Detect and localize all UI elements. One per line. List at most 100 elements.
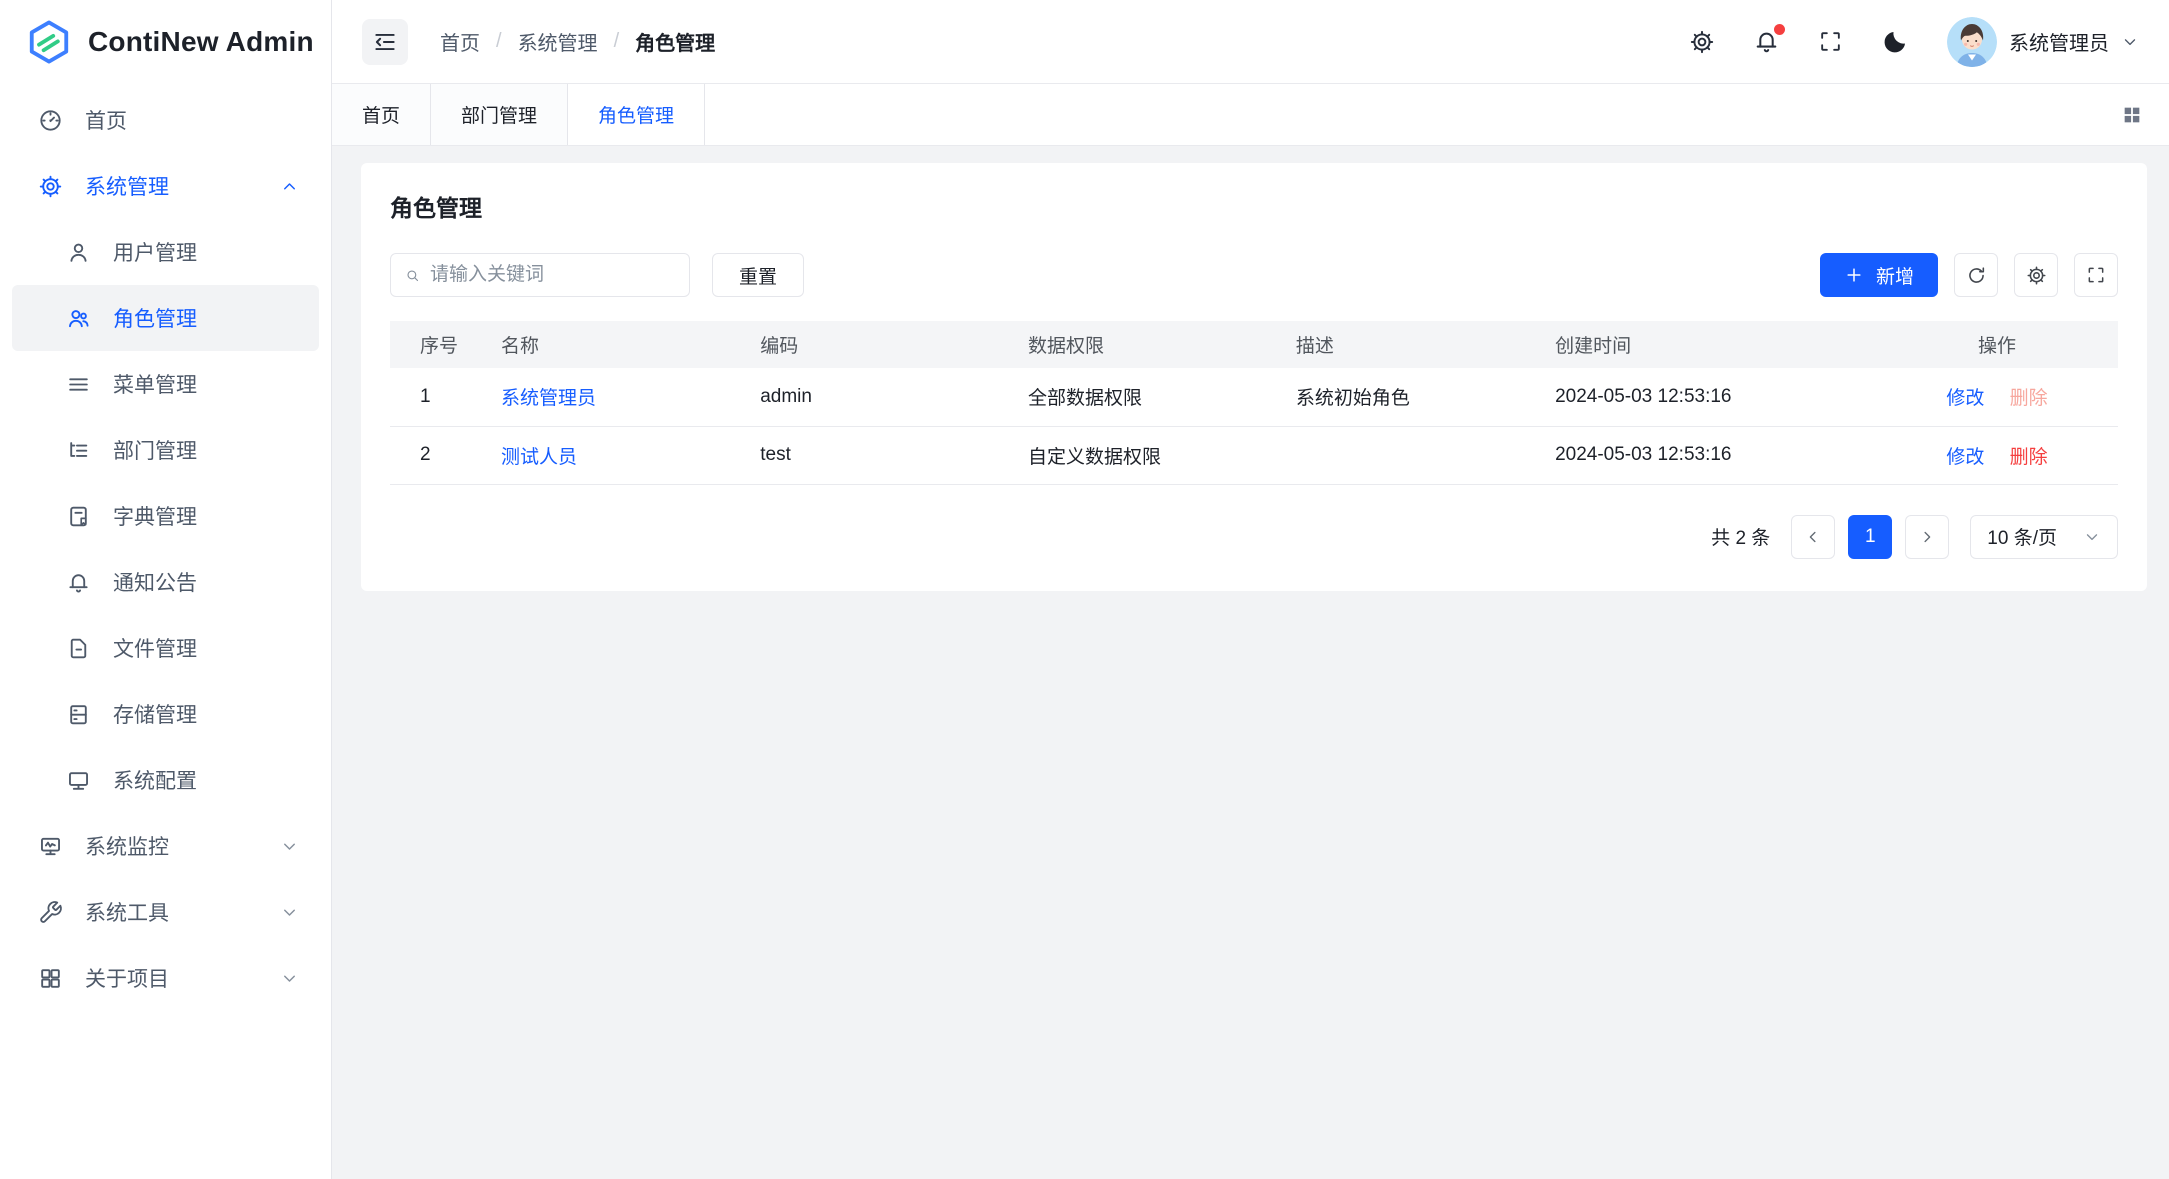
sidebar-item-notice[interactable]: 通知公告 — [12, 549, 319, 615]
fullscreen-button[interactable] — [1818, 29, 1843, 54]
reset-button[interactable]: 重置 — [712, 253, 804, 297]
sidebar-item-label: 系统监控 — [85, 831, 169, 861]
app-logo: ContiNew Admin — [0, 0, 331, 84]
col-actions: 操作 — [1876, 321, 2118, 368]
col-description: 描述 — [1280, 321, 1539, 368]
tab-home[interactable]: 首页 — [332, 84, 431, 145]
fullscreen-icon — [2086, 265, 2106, 285]
page-size-value: 10 条/页 — [1987, 523, 2057, 550]
sidebar-item-label: 字典管理 — [113, 501, 197, 531]
menu-lines-icon — [66, 372, 91, 397]
sidebar-item-about-project[interactable]: 关于项目 — [12, 945, 319, 1011]
monitor-chart-icon — [38, 834, 63, 859]
breadcrumb: 首页 / 系统管理 / 角色管理 — [440, 27, 715, 56]
sidebar-item-label: 用户管理 — [113, 237, 197, 267]
sidebar-item-file-management[interactable]: 文件管理 — [12, 615, 319, 681]
grid-filled-icon — [2121, 104, 2143, 126]
tab-actions-button[interactable] — [2121, 104, 2143, 126]
menu-fold-icon — [372, 29, 398, 55]
cell-name: 系统管理员 — [485, 368, 744, 426]
dark-mode-toggle[interactable] — [1881, 28, 1909, 56]
refresh-button[interactable] — [1954, 253, 1998, 297]
user-menu[interactable]: 系统管理员 — [1947, 17, 2139, 67]
cell-data-scope: 自定义数据权限 — [1012, 426, 1280, 484]
notifications-button[interactable] — [1753, 28, 1780, 55]
gear-icon — [2026, 265, 2047, 286]
chevron-down-icon — [2121, 33, 2139, 51]
gear-icon — [38, 174, 63, 199]
sidebar-item-label: 文件管理 — [113, 633, 197, 663]
col-index: 序号 — [390, 321, 485, 368]
cell-name: 测试人员 — [485, 426, 744, 484]
add-button[interactable]: 新增 — [1820, 253, 1938, 297]
sidebar-item-label: 角色管理 — [113, 303, 197, 333]
pagination-prev-button[interactable] — [1791, 515, 1835, 559]
delete-link-disabled: 删除 — [2010, 388, 2048, 409]
role-name-link[interactable]: 测试人员 — [501, 447, 577, 468]
pagination-next-button[interactable] — [1905, 515, 1949, 559]
col-data-scope: 数据权限 — [1012, 321, 1280, 368]
sidebar-item-system-config[interactable]: 系统配置 — [12, 747, 319, 813]
dashboard-icon — [38, 108, 63, 133]
sidebar-item-label: 系统配置 — [113, 765, 197, 795]
cell-created-at: 2024-05-03 12:53:16 — [1539, 426, 1876, 484]
sidebar-menu: 首页 系统管理 用户管理 角色管理 — [0, 84, 331, 1011]
breadcrumb-separator: / — [496, 30, 502, 53]
breadcrumb-home[interactable]: 首页 — [440, 27, 480, 56]
cell-description — [1280, 426, 1539, 484]
roles-table: 序号 名称 编码 数据权限 描述 创建时间 操作 1 系统管理员 admin 全 — [390, 321, 2118, 485]
page-size-select[interactable]: 10 条/页 — [1970, 515, 2118, 559]
sidebar-item-menu-management[interactable]: 菜单管理 — [12, 351, 319, 417]
table-header-row: 序号 名称 编码 数据权限 描述 创建时间 操作 — [390, 321, 2118, 368]
search-icon — [405, 265, 420, 286]
main-area: 首页 / 系统管理 / 角色管理 — [332, 0, 2169, 1179]
tab-role-management[interactable]: 角色管理 — [568, 84, 705, 145]
table-row: 1 系统管理员 admin 全部数据权限 系统初始角色 2024-05-03 1… — [390, 368, 2118, 426]
edit-link[interactable]: 修改 — [1946, 388, 1984, 409]
toolbar-right: 新增 — [1820, 253, 2118, 297]
sidebar-item-home[interactable]: 首页 — [12, 87, 319, 153]
grid-icon — [38, 966, 63, 991]
sidebar-item-storage-management[interactable]: 存储管理 — [12, 681, 319, 747]
toolbar: 重置 新增 — [390, 253, 2118, 297]
sidebar-item-system-tools[interactable]: 系统工具 — [12, 879, 319, 945]
cell-index: 2 — [390, 426, 485, 484]
sidebar-item-system-monitor[interactable]: 系统监控 — [12, 813, 319, 879]
fullscreen-icon — [1818, 29, 1843, 54]
delete-link[interactable]: 删除 — [2010, 447, 2048, 468]
col-name: 名称 — [485, 321, 744, 368]
sidebar-item-dictionary-management[interactable]: 字典管理 — [12, 483, 319, 549]
page-title: 角色管理 — [390, 189, 2118, 223]
cell-description: 系统初始角色 — [1280, 368, 1539, 426]
role-management-card: 角色管理 重置 新增 — [361, 163, 2147, 591]
cell-index: 1 — [390, 368, 485, 426]
breadcrumb-system-management[interactable]: 系统管理 — [518, 27, 598, 56]
tab-department-management[interactable]: 部门管理 — [431, 84, 568, 145]
storage-icon — [66, 702, 91, 727]
pagination-page-1[interactable]: 1 — [1848, 515, 1892, 559]
search-input[interactable] — [430, 264, 675, 286]
sidebar-item-label: 系统工具 — [85, 897, 169, 927]
tab-bar-extra — [2121, 84, 2169, 145]
chevron-right-icon — [1918, 528, 1936, 546]
table-fullscreen-button[interactable] — [2074, 253, 2118, 297]
sidebar-item-system-management[interactable]: 系统管理 — [12, 153, 319, 219]
cell-actions: 修改 删除 — [1876, 368, 2118, 426]
settings-button[interactable] — [1689, 29, 1715, 55]
sidebar-collapse-button[interactable] — [362, 19, 408, 65]
column-settings-button[interactable] — [2014, 253, 2058, 297]
list-tree-icon — [66, 438, 91, 463]
sidebar-item-role-management[interactable]: 角色管理 — [12, 285, 319, 351]
sidebar-item-department-management[interactable]: 部门管理 — [12, 417, 319, 483]
breadcrumb-separator: / — [614, 30, 620, 53]
edit-link[interactable]: 修改 — [1946, 447, 1984, 468]
col-code: 编码 — [744, 321, 1012, 368]
sidebar-item-user-management[interactable]: 用户管理 — [12, 219, 319, 285]
header-actions: 系统管理员 — [1689, 17, 2139, 67]
monitor-icon — [66, 768, 91, 793]
dictionary-icon — [66, 504, 91, 529]
bell-icon — [66, 570, 91, 595]
role-name-link[interactable]: 系统管理员 — [501, 388, 596, 409]
cell-created-at: 2024-05-03 12:53:16 — [1539, 368, 1876, 426]
sidebar: ContiNew Admin 首页 系统管理 用户管理 — [0, 0, 332, 1179]
